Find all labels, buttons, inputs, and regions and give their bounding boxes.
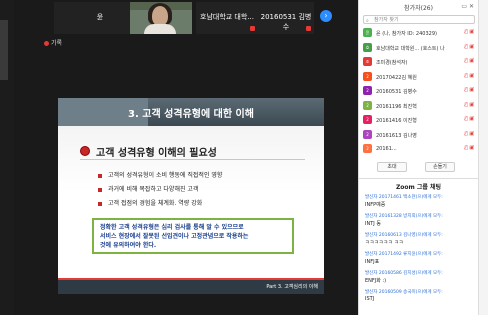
chat-message-text: INTJ 동 bbox=[365, 221, 381, 227]
avatar: 2 bbox=[363, 71, 372, 81]
zoom-meeting-area: 윤 호남대학교 대학... 20160531 김병수 › 기록 3. 고객 성격… bbox=[14, 0, 358, 315]
bullet-text: 과거에 비해 복잡하고 다양해진 고객 bbox=[108, 186, 199, 193]
participant-tile[interactable]: 20160531 김병수 bbox=[258, 2, 314, 34]
participant-row[interactable]: 2 20161196 최진혁 🎙̸ ▣̸ bbox=[363, 100, 475, 111]
search-placeholder: 참가자 찾기 bbox=[374, 17, 399, 23]
tile-name: 호남대학교 대학... bbox=[200, 13, 254, 21]
chat-message-text: ENFJ화 :) bbox=[365, 278, 387, 284]
search-icon: ⌕ bbox=[366, 18, 369, 24]
muted-mic-icon: 🎙̸ ▣̸ bbox=[464, 101, 474, 108]
participant-name: 20161... bbox=[376, 146, 397, 152]
video-tile[interactable] bbox=[130, 2, 192, 34]
slide-note-box: 정확한 고객 성격유형은 심리 검사를 통해 알 수 있으므로 서비스 현장에서… bbox=[92, 218, 294, 254]
shared-slide: 3. 고객 성격유형에 대한 이해 고객 성격유형 이해의 필요성 고객의 성격… bbox=[58, 98, 324, 294]
avatar: 2 bbox=[363, 129, 372, 139]
recording-label: 기록 bbox=[51, 40, 63, 47]
avatar: 조 bbox=[363, 57, 372, 66]
panel-buttons: 초대 손들기 bbox=[359, 162, 479, 174]
participant-tile[interactable]: 호남대학교 대학... bbox=[196, 2, 258, 34]
participant-row[interactable]: 2 20161613 김나영 🎙̸ ▣̸ bbox=[363, 129, 475, 140]
participant-name: 20170422김 혜원 bbox=[376, 74, 417, 81]
chat-sender: 발신자 20161328 방지희(으)에게 모두: bbox=[365, 214, 443, 219]
slide-footer-accent bbox=[58, 278, 324, 280]
participant-name: 호남대학교 대학원... (호스트) 나 bbox=[376, 45, 445, 52]
slide-body: 고객 성격유형 이해의 필요성 고객의 성격유형이 소비 행동에 직접적인 영향… bbox=[58, 126, 324, 294]
participant-name: 20161613 김나영 bbox=[376, 132, 417, 139]
participant-row[interactable]: 2 20161... 🎙̸ ▣̸ bbox=[363, 144, 475, 154]
avatar: 2 bbox=[363, 86, 372, 95]
slide-footer-text: Part 3. 고객심리의 이해 bbox=[266, 284, 318, 290]
desktop-left-edge bbox=[0, 0, 14, 315]
participant-row[interactable]: 호 호남대학교 대학원... (호스트) 나 🎙̸ ▣̸ bbox=[363, 42, 475, 53]
muted-mic-icon: 🎙̸ ▣̸ bbox=[464, 58, 474, 64]
muted-mic-icon bbox=[250, 26, 255, 31]
muted-mic-icon: 🎙̸ ▣̸ bbox=[464, 72, 474, 79]
chat-sender: 발신자 20171492 류지윤(으)에게 모두: bbox=[365, 252, 443, 257]
bullet-text: 고객 접점의 경험을 체계화. 역량 강화 bbox=[108, 200, 203, 207]
slide-divider bbox=[80, 159, 305, 160]
panel-title: 참가자(26) bbox=[404, 5, 433, 12]
participant-row[interactable]: 2 20161416 이진형 🎙̸ ▣̸ bbox=[363, 115, 475, 125]
chat-sender: 발신자 20160509 송국미(으)에게 모두: bbox=[365, 290, 443, 295]
chat-divider bbox=[359, 178, 479, 179]
slide-bullet: 고객 접점의 경험을 체계화. 역량 강화 bbox=[98, 198, 202, 207]
participant-name: 20161416 이진형 bbox=[376, 118, 417, 124]
note-line: 서비스 현장에서 잘못된 선입견이나 고정관념으로 작용하는 bbox=[100, 233, 249, 240]
chat-message-text: ISTJ bbox=[365, 296, 375, 302]
participant-row[interactable]: 2 20160531 김병수 🎙̸ ▣̸ bbox=[363, 86, 475, 96]
chat-sender: 발신자 20160586 김지성(으)에게 모두: bbox=[365, 271, 443, 276]
slide-note-text: 정확한 고객 성격유형은 심리 검사를 통해 알 수 있으므로 서비스 현장에서… bbox=[100, 223, 286, 250]
slide-bullet: 과거에 비해 복잡하고 다양해진 고객 bbox=[98, 184, 198, 193]
chat-message-text: INFJ표 bbox=[365, 259, 380, 265]
muted-mic-icon: 🎙̸ ▣̸ bbox=[464, 130, 474, 137]
chat-title: Zoom 그룹 채팅 bbox=[395, 184, 442, 191]
square-bullet-icon bbox=[98, 201, 102, 206]
participant-row[interactable]: 윤 윤 (나, 참가자 ID: 240329) 🎙̸ ▣̸ bbox=[363, 28, 475, 38]
participant-search-input[interactable]: ⌕ 참가자 찾기 bbox=[363, 15, 475, 24]
avatar: 윤 bbox=[363, 28, 372, 37]
muted-mic-icon: 🎙̸ ▣̸ bbox=[464, 116, 474, 122]
participant-row[interactable]: 2 20170422김 혜원 🎙̸ ▣̸ bbox=[363, 71, 475, 82]
participants-panel: 참가자(26) ▭ ✕ ⌕ 참가자 찾기 윤 윤 (나, 참가자 ID: 24032… bbox=[358, 0, 479, 315]
raise-hand-button[interactable]: 손들기 bbox=[425, 162, 455, 172]
video-person-face bbox=[152, 6, 168, 26]
slide-subtitle: 고객 성격유형 이해의 필요성 bbox=[96, 148, 217, 159]
avatar: 호 bbox=[363, 42, 372, 52]
slide-footer: Part 3. 고객심리의 이해 bbox=[58, 278, 324, 294]
participant-name: 20161196 최진혁 bbox=[376, 103, 417, 110]
avatar: 2 bbox=[363, 115, 372, 124]
chat-message-text: INFP예증 bbox=[365, 202, 386, 208]
video-person-shirt bbox=[144, 24, 176, 34]
square-bullet-icon bbox=[98, 173, 102, 178]
participant-name: 윤 (나, 참가자 ID: 240329) bbox=[376, 31, 437, 37]
avatar: 2 bbox=[363, 144, 372, 153]
square-bullet-icon bbox=[98, 187, 102, 192]
chat-message-text: ㅋㅋㅋㅋㅋㅋ ㅋㅋ bbox=[365, 240, 404, 246]
panel-window-controls[interactable]: ▭ ✕ bbox=[461, 3, 474, 10]
recording-indicator: 기록 bbox=[44, 38, 62, 47]
muted-mic-icon: 🎙̸ ▣̸ bbox=[464, 87, 474, 93]
participant-name: 조미경(참석자) bbox=[376, 60, 408, 66]
left-strip bbox=[0, 20, 8, 80]
slide-bullet: 고객의 성격유형이 소비 행동에 직접적인 영향 bbox=[98, 170, 222, 179]
muted-mic-icon: 🎙̸ ▣̸ bbox=[464, 29, 474, 35]
avatar: 2 bbox=[363, 100, 372, 110]
chat-sender: 발신자 20171461 백소현(으)에게 모두: bbox=[365, 195, 443, 200]
note-line: 정확한 고객 성격유형은 심리 검사를 통해 알 수 있으므로 bbox=[100, 224, 244, 231]
invite-button[interactable]: 초대 bbox=[377, 162, 407, 172]
window-right-edge bbox=[478, 0, 488, 315]
muted-mic-icon: 🎙̸ ▣̸ bbox=[464, 43, 474, 50]
next-page-button[interactable]: › bbox=[320, 10, 332, 22]
slide-header: 3. 고객 성격유형에 대한 이해 bbox=[58, 98, 324, 126]
chat-sender: 발신자 20160613 김나영(으)에게 모두: bbox=[365, 233, 443, 238]
note-line: 것에 유의하여야 한다. bbox=[100, 242, 157, 249]
participant-name: 20160531 김병수 bbox=[376, 89, 417, 95]
participant-row[interactable]: 조 조미경(참석자) 🎙̸ ▣̸ bbox=[363, 57, 475, 67]
record-icon bbox=[44, 41, 49, 46]
muted-mic-icon bbox=[306, 26, 311, 31]
slide-title: 3. 고객 성격유형에 대한 이해 bbox=[128, 109, 254, 120]
bullet-text: 고객의 성격유형이 소비 행동에 직접적인 영향 bbox=[108, 172, 223, 179]
muted-mic-icon: 🎙̸ ▣̸ bbox=[464, 145, 474, 151]
bullet-circle-icon bbox=[80, 146, 90, 156]
